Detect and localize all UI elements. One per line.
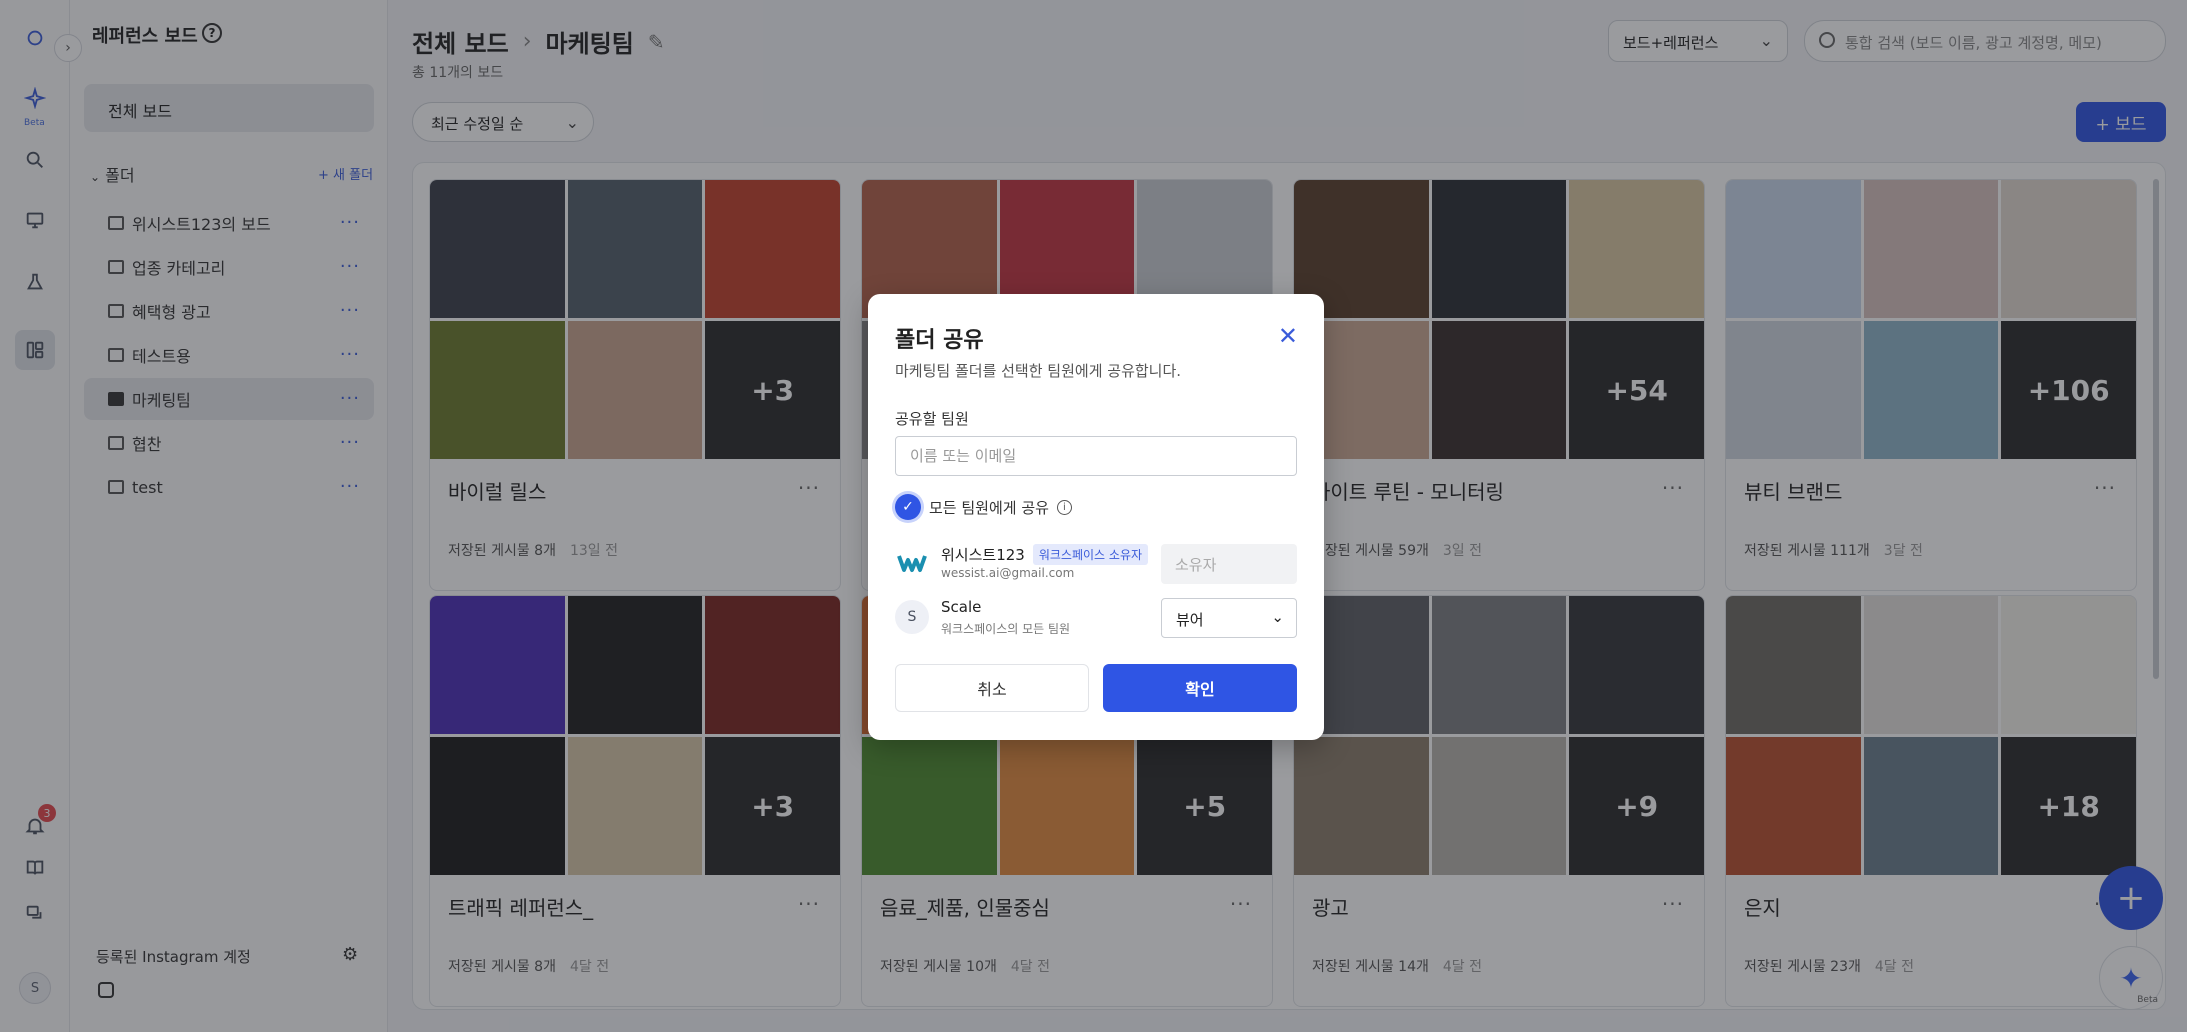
dialog-title: 폴더 공유 — [895, 328, 984, 353]
share-folder-dialog: 폴더 공유 ✕ 마케팅팀 폴더를 선택한 팀원에게 공유합니다. 공유할 팀원 … — [868, 294, 1324, 740]
share-all-checkbox[interactable]: ✓ — [895, 494, 921, 520]
share-all-row: ✓ 모든 팀원에게 공유 i — [895, 494, 1072, 520]
role-select[interactable]: 뷰어 ⌄ — [1161, 598, 1297, 638]
member-name: Scale — [941, 598, 982, 616]
member-email: wessist.ai@gmail.com — [941, 566, 1075, 580]
member-description: 워크스페이스의 모든 팀원 — [941, 622, 1071, 636]
close-icon[interactable]: ✕ — [1278, 322, 1298, 350]
role-select-disabled: 소유자 — [1161, 544, 1297, 584]
owner-badge: 워크스페이스 소유자 — [1032, 544, 1149, 565]
role-value: 뷰어 — [1176, 611, 1204, 629]
member-row-owner: 위시스트123 워크스페이스 소유자 wessist.ai@gmail.com … — [895, 540, 1297, 584]
confirm-button[interactable]: 확인 — [1103, 664, 1297, 712]
member-row-team: S Scale 워크스페이스의 모든 팀원 뷰어 ⌄ — [895, 594, 1297, 638]
cancel-button[interactable]: 취소 — [895, 664, 1089, 712]
share-all-label: 모든 팀원에게 공유 — [929, 498, 1049, 517]
check-icon: ✓ — [902, 499, 914, 515]
chevron-down-icon: ⌄ — [1271, 608, 1284, 626]
member-avatar: S — [895, 600, 929, 634]
member-search-input[interactable] — [895, 436, 1297, 476]
info-icon[interactable]: i — [1056, 499, 1072, 515]
member-field-label: 공유할 팀원 — [895, 410, 969, 428]
workspace-logo-icon — [895, 546, 929, 580]
dialog-description: 마케팅팀 폴더를 선택한 팀원에게 공유합니다. — [895, 362, 1182, 380]
member-name: 위시스트123 — [941, 546, 1025, 564]
